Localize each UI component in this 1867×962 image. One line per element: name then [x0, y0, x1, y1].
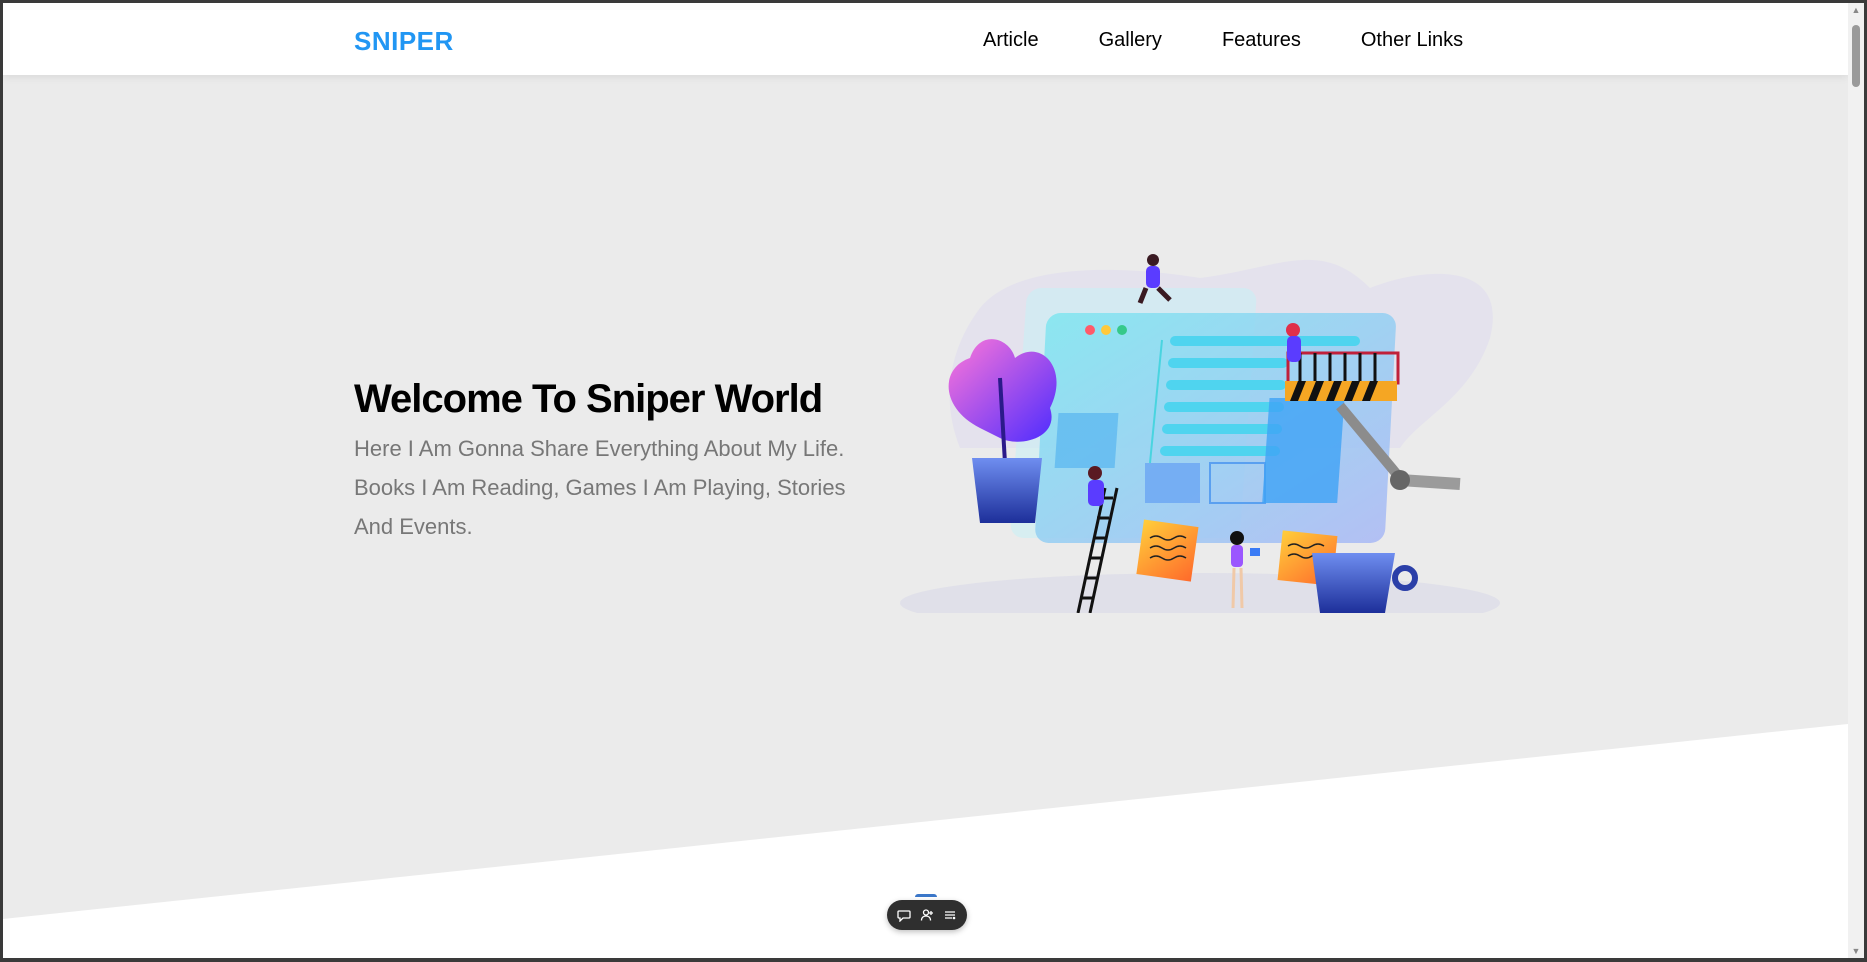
website-building-illustration — [900, 248, 1500, 633]
vertical-scrollbar[interactable]: ▲ ▼ — [1848, 3, 1864, 958]
hero-text: Welcome To Sniper World Here I Am Gonna … — [354, 375, 854, 546]
comment-icon[interactable] — [895, 906, 913, 924]
list-settings-icon[interactable] — [941, 906, 959, 924]
illustration-svg — [900, 254, 1500, 633]
hero-title: Welcome To Sniper World — [354, 377, 823, 421]
scroll-thumb[interactable] — [1852, 25, 1860, 87]
top-navbar: SNIPER Article Gallery Features Other Li… — [3, 3, 1848, 75]
nav-link-gallery[interactable]: Gallery — [1099, 29, 1162, 52]
scroll-up-arrow-icon[interactable]: ▲ — [1848, 3, 1864, 17]
page-viewport: SNIPER Article Gallery Features Other Li… — [3, 3, 1848, 958]
site-logo[interactable]: SNIPER — [354, 26, 454, 57]
nav-link-other-links[interactable]: Other Links — [1361, 29, 1463, 52]
hero-description: Here I Am Gonna Share Everything About M… — [354, 436, 846, 539]
add-user-icon[interactable] — [918, 906, 936, 924]
main-nav: Article Gallery Features Other Links — [983, 29, 1463, 52]
nav-link-article[interactable]: Article — [983, 29, 1039, 52]
floating-toolbar — [887, 900, 967, 930]
nav-link-features[interactable]: Features — [1222, 29, 1301, 52]
scroll-down-arrow-icon[interactable]: ▼ — [1848, 944, 1864, 958]
